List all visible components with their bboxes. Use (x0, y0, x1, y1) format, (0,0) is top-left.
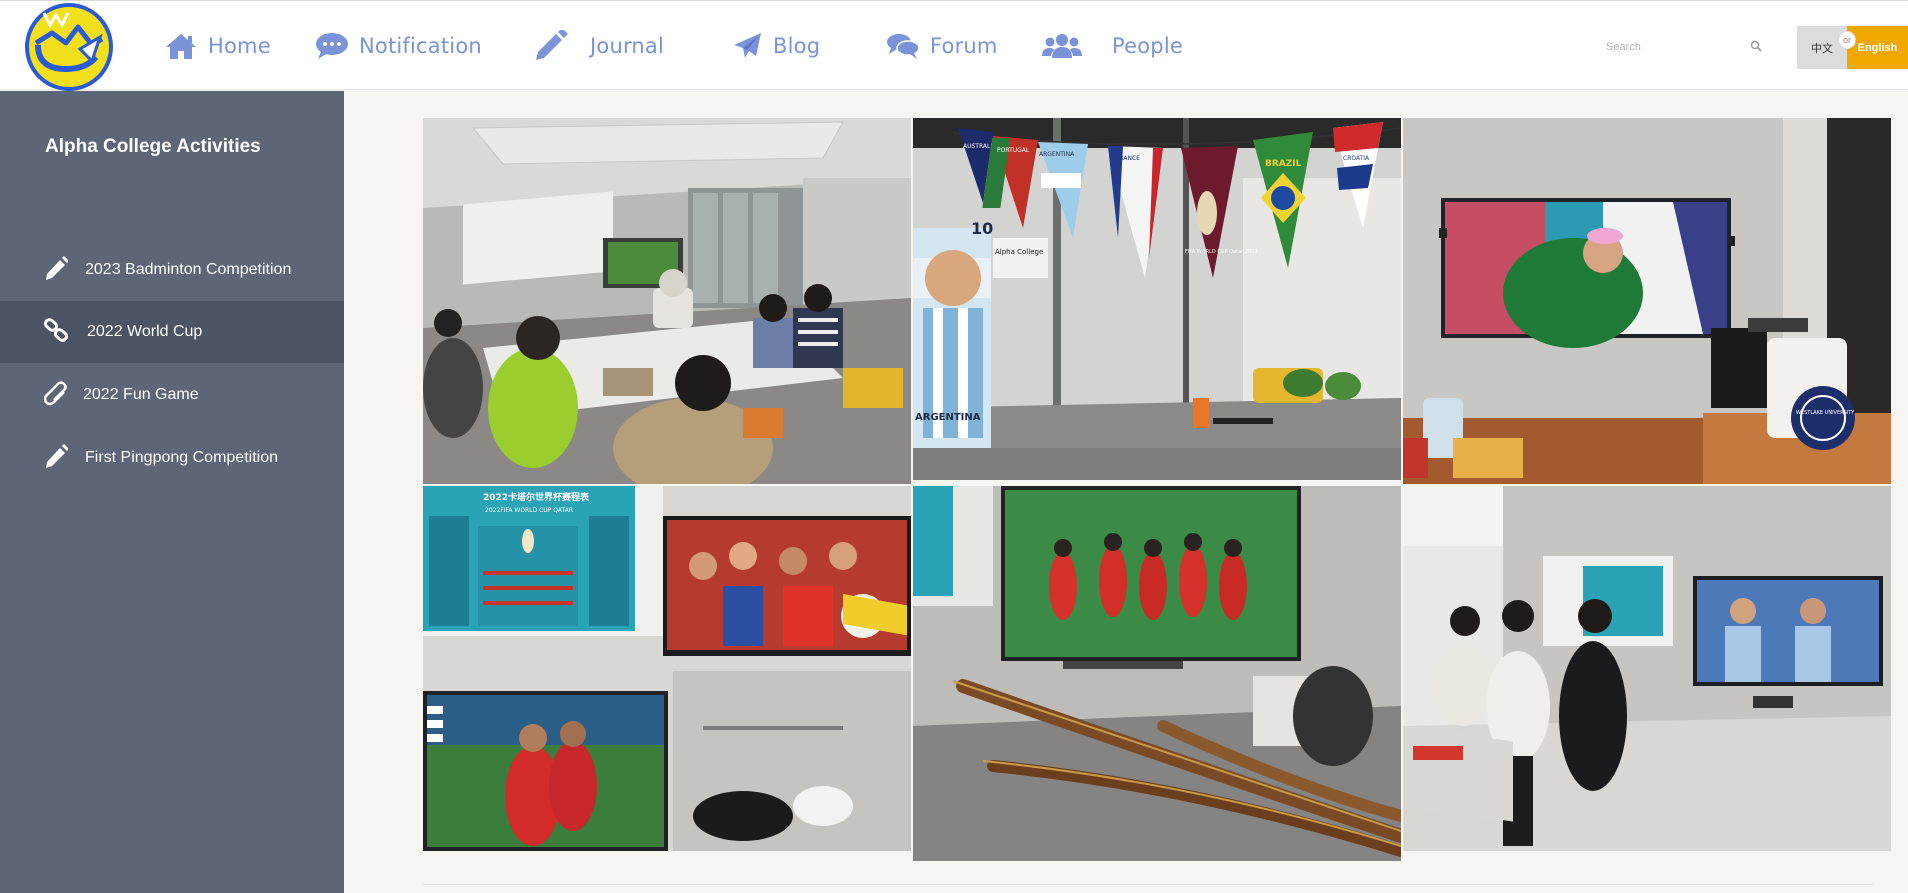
nav-home-label: Home (208, 34, 271, 58)
nav-blog-label: Blog (773, 34, 821, 58)
flag-label-france: FRANCE (1116, 155, 1140, 162)
classroom-image (423, 118, 911, 484)
nav-people-label: People (1112, 34, 1183, 58)
nav-people[interactable]: People (1042, 27, 1183, 65)
flag-label-croatia: CROATIA (1343, 155, 1370, 162)
flag-label-portugal: PORTUGAL (997, 147, 1030, 154)
sidebar-item-label: First Pingpong Competition (85, 449, 278, 466)
top-header: Home Notification Journal Blog Forum Peo… (0, 0, 1908, 91)
paper-plane-icon (734, 33, 761, 58)
link-icon (44, 318, 69, 342)
lang-english-button[interactable]: English (1847, 26, 1908, 69)
sidebar-item-fun-game[interactable]: 2022 Fun Game (0, 364, 344, 426)
search-icon[interactable] (1750, 40, 1762, 52)
sidebar-item-label: 2022 Fun Game (83, 386, 199, 403)
flags-image: ARGENTINA 10 Alpha College AUSTRALIA POR… (913, 118, 1401, 480)
nav-journal-label: Journal (590, 34, 665, 58)
banner-text: Alpha College (995, 248, 1043, 256)
nav-home[interactable]: Home (164, 27, 271, 65)
lang-chinese-button[interactable]: 中文 (1797, 26, 1847, 69)
photo-classroom[interactable] (423, 118, 911, 484)
search-input[interactable] (1606, 41, 1736, 53)
wallchart-title-text: 2022卡塔尔世界杯赛程表 (483, 491, 590, 503)
search-box (1606, 35, 1766, 59)
flag-label-argentina: ARGENTINA (1039, 151, 1075, 158)
skewers-image (913, 486, 1401, 861)
nav-forum[interactable]: Forum (886, 27, 998, 65)
paperclip-icon (44, 381, 67, 406)
wallchart-subtitle-text: 2022FIFA WORLD CUP QATAR (485, 507, 573, 514)
lang-or-separator: or (1838, 31, 1856, 49)
pencil-icon (536, 30, 568, 60)
nav-notification[interactable]: Notification (315, 27, 482, 65)
poster-name-text: ARGENTINA (915, 412, 981, 423)
content-divider (423, 884, 1873, 885)
site-logo[interactable] (22, 3, 116, 91)
poster-number-text: 10 (971, 219, 993, 238)
university-badge-text: WESTLAKE UNIVERSITY (1796, 410, 1855, 416)
comments-icon (887, 34, 920, 59)
sidebar-item-world-cup[interactable]: 2022 World Cup (0, 301, 344, 363)
photo-skewers[interactable] (913, 486, 1401, 861)
nav-forum-label: Forum (930, 34, 998, 58)
nav-journal[interactable]: Journal (532, 27, 664, 65)
home-icon (166, 34, 196, 59)
photo-gallery: ARGENTINA 10 Alpha College AUSTRALIA POR… (423, 118, 1891, 861)
fifa-logo-text: FIFA WORLD CUP Qatar 2022 (1185, 249, 1258, 255)
flag-label-brazil: BRAZIL (1265, 159, 1302, 169)
pencil-icon (46, 444, 68, 468)
tv-room-image: WESTLAKE UNIVERSITY (1403, 118, 1891, 484)
sidebar-title: Alpha College Activities (45, 136, 261, 157)
photo-students[interactable] (1403, 486, 1891, 851)
pencil-icon (46, 256, 68, 280)
photo-wallchart-tvs[interactable]: 2022卡塔尔世界杯赛程表 2022FIFA WORLD CUP QATAR (423, 486, 911, 851)
sidebar-item-label: 2023 Badminton Competition (85, 261, 292, 278)
nav-notification-label: Notification (359, 34, 482, 58)
wallchart-image: 2022卡塔尔世界杯赛程表 2022FIFA WORLD CUP QATAR (423, 486, 911, 851)
sidebar-item-label: 2022 World Cup (87, 323, 203, 340)
sidebar-item-badminton[interactable]: 2023 Badminton Competition (0, 239, 344, 301)
sidebar: Alpha College Activities 2023 Badminton … (0, 91, 344, 893)
users-icon (1042, 34, 1082, 58)
nav-blog[interactable]: Blog (733, 27, 820, 65)
students-image (1403, 486, 1891, 851)
comment-icon (316, 33, 348, 59)
photo-tv-room[interactable]: WESTLAKE UNIVERSITY (1403, 118, 1891, 484)
sidebar-item-pingpong[interactable]: First Pingpong Competition (0, 427, 344, 489)
photo-flags[interactable]: ARGENTINA 10 Alpha College AUSTRALIA POR… (913, 118, 1401, 480)
